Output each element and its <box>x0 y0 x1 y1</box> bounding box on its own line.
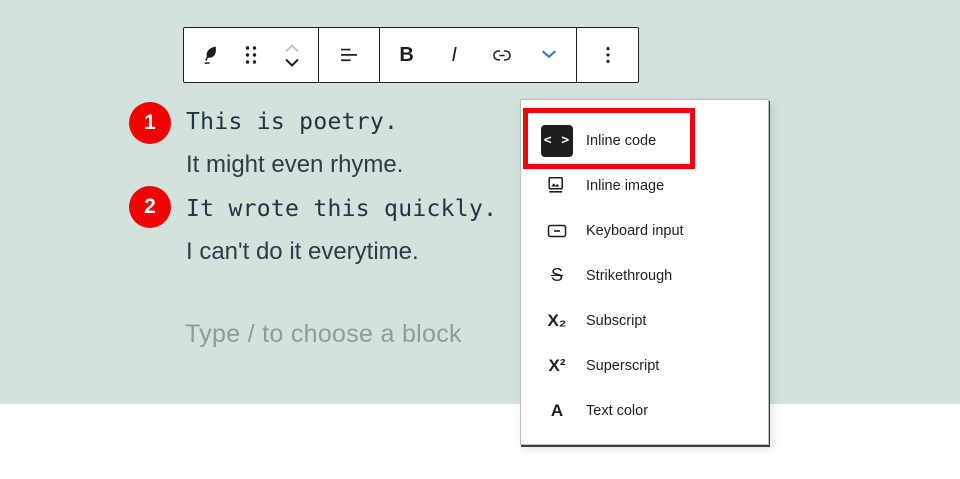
menu-item-label: Keyboard input <box>586 223 684 239</box>
keyboard-input-icon-cell <box>541 215 573 247</box>
menu-item-subscript[interactable]: X₂ Subscript <box>521 298 768 343</box>
menu-item-strikethrough[interactable]: S Strikethrough <box>521 253 768 298</box>
align-text-button[interactable] <box>328 29 370 81</box>
bold-button[interactable]: B <box>386 29 428 81</box>
toolbar-group-align <box>318 28 379 82</box>
bold-icon: B <box>399 44 413 67</box>
empty-block-placeholder[interactable]: Type / to choose a block <box>185 320 462 349</box>
align-left-icon <box>337 43 361 67</box>
poem-line-2[interactable]: It might even rhyme. <box>186 150 403 180</box>
kebab-menu-icon <box>596 43 620 67</box>
formatting-dropdown-menu: < > Inline code Inline image Keyboard in… <box>520 99 769 445</box>
menu-item-keyboard-input[interactable]: Keyboard input <box>521 208 768 253</box>
menu-item-label: Subscript <box>586 313 646 329</box>
menu-item-label: Strikethrough <box>586 268 672 284</box>
menu-item-superscript[interactable]: X² Superscript <box>521 343 768 388</box>
poem-line-code-1[interactable]: This is poetry. <box>186 107 398 137</box>
superscript-icon: X² <box>549 356 566 376</box>
toolbar-group-format: B I <box>379 28 576 82</box>
strikethrough-icon-cell: S <box>541 260 573 292</box>
strikethrough-icon: S <box>551 265 563 286</box>
menu-item-inline-code[interactable]: < > Inline code <box>521 118 768 163</box>
keyboard-input-icon <box>545 219 569 243</box>
annotation-step-2-number: 2 <box>144 195 156 219</box>
poem-line-4[interactable]: I can't do it everytime. <box>186 237 419 267</box>
subscript-icon-cell: X₂ <box>541 305 573 337</box>
inline-image-icon-cell <box>541 170 573 202</box>
menu-item-label: Inline code <box>586 133 656 149</box>
menu-item-label: Inline image <box>586 178 664 194</box>
annotation-step-1: 1 <box>129 102 171 144</box>
menu-item-inline-image[interactable]: Inline image <box>521 163 768 208</box>
subscript-icon: X₂ <box>548 311 567 331</box>
inline-code-icon: < > <box>541 125 573 157</box>
italic-button[interactable]: I <box>433 29 475 81</box>
toolbar-group-options <box>576 28 638 82</box>
link-icon <box>490 43 514 67</box>
superscript-icon-cell: X² <box>541 350 573 382</box>
inline-image-icon <box>545 174 569 198</box>
toolbar-group-block <box>184 28 318 82</box>
move-down-icon <box>281 57 303 69</box>
menu-item-label: Text color <box>586 403 648 419</box>
text-color-icon-cell: A <box>541 395 573 427</box>
text-color-icon: A <box>551 401 563 421</box>
menu-item-label: Superscript <box>586 358 659 374</box>
annotation-step-2: 2 <box>129 186 171 228</box>
drag-handle-icon <box>242 44 260 66</box>
drag-handle[interactable] <box>236 29 266 81</box>
options-button[interactable] <box>587 29 629 81</box>
block-movers[interactable] <box>271 29 313 81</box>
move-up-icon <box>281 42 303 54</box>
chevron-down-icon <box>537 43 561 67</box>
more-formatting-button[interactable] <box>528 29 570 81</box>
block-toolbar: B I <box>183 27 639 83</box>
italic-icon: I <box>451 44 457 67</box>
verse-leaf-icon <box>198 43 222 67</box>
menu-item-text-color[interactable]: A Text color <box>521 388 768 433</box>
verse-block-button[interactable] <box>189 29 231 81</box>
inline-code-icon-cell: < > <box>541 125 573 157</box>
annotation-step-1-number: 1 <box>144 111 156 135</box>
link-button[interactable] <box>481 29 523 81</box>
poem-line-code-3[interactable]: It wrote this quickly. <box>186 194 497 224</box>
